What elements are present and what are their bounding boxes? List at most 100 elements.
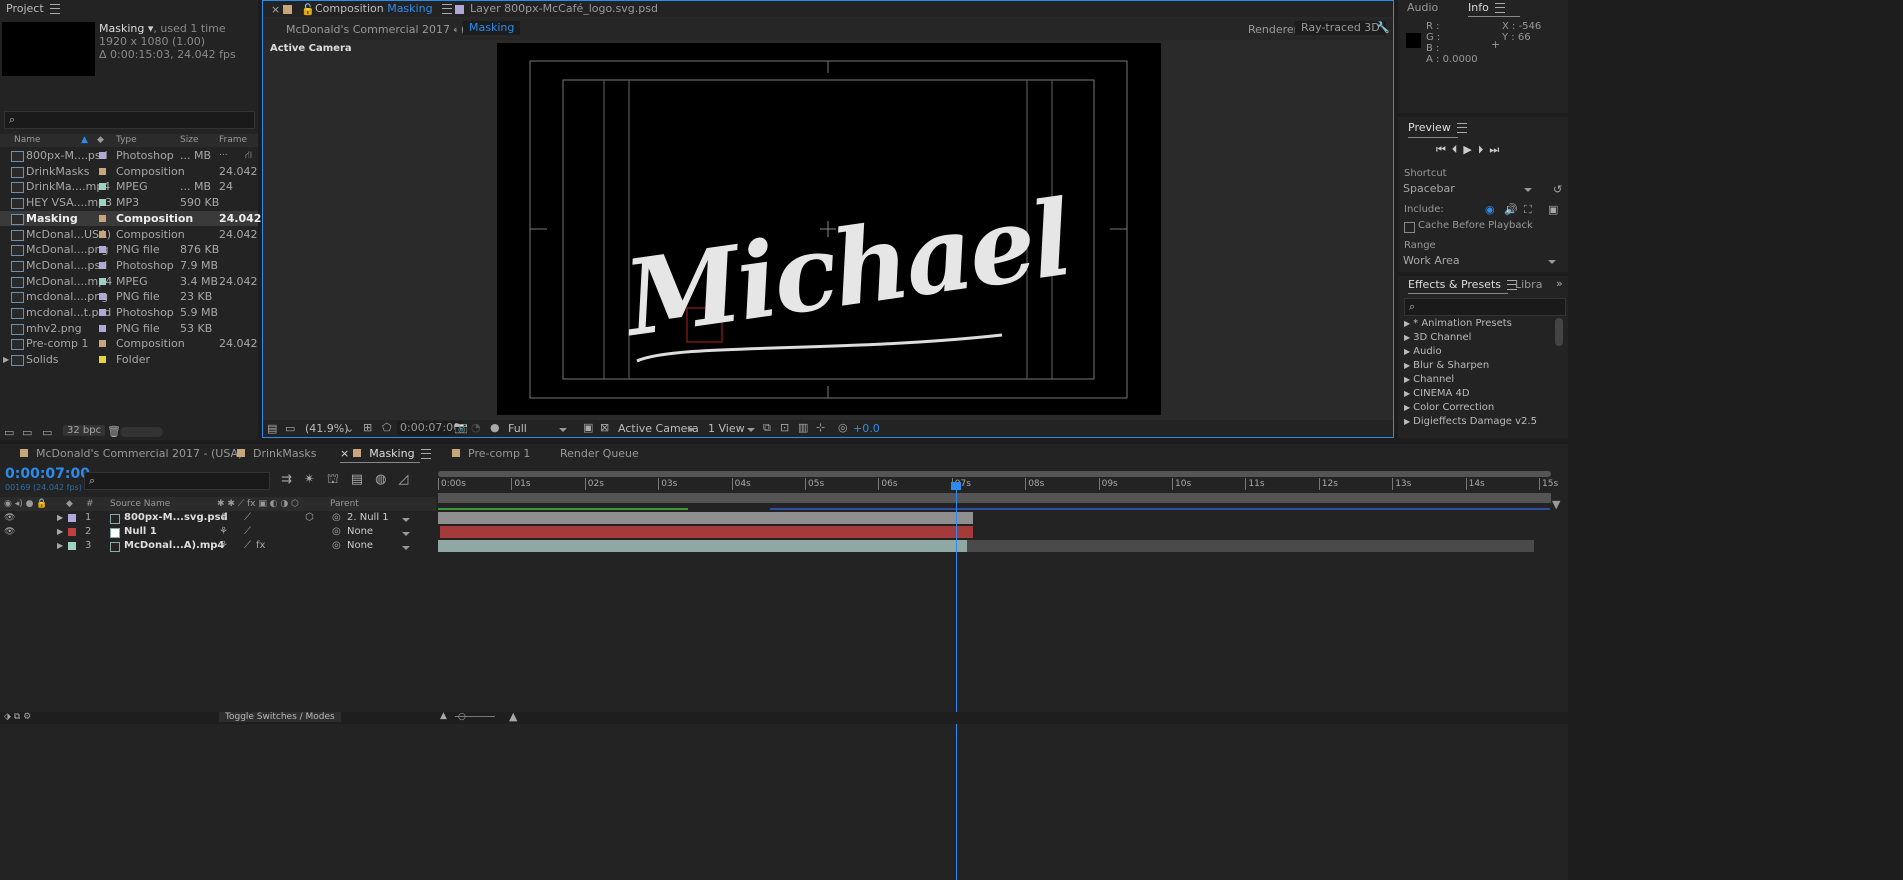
include-layer-controls-icon[interactable]: ▣: [1548, 203, 1558, 216]
close-icon[interactable]: ×: [340, 447, 349, 460]
label-swatch[interactable]: [99, 167, 106, 175]
effects-category[interactable]: ▶ Audio: [1404, 345, 1442, 359]
navigator-bar[interactable]: [438, 471, 1551, 477]
timeline-tab[interactable]: McDonald's Commercial 2017 - (USA): [20, 447, 242, 460]
effects-category[interactable]: ▶ * Animation Presets: [1404, 317, 1512, 331]
effects-category[interactable]: ▶ Digieffects Damage v2.5: [1404, 415, 1537, 427]
col-type[interactable]: Type: [116, 134, 137, 147]
zoom-dropdown[interactable]: (41.9%): [305, 422, 349, 435]
quality-switch-icon[interactable]: ⟋: [244, 511, 251, 525]
first-frame-icon[interactable]: ⏮: [1436, 143, 1452, 156]
layer-row[interactable]: ▶ 3 McDonal...A).mp4 ⚘ ⟋ fx ◎ None: [0, 539, 436, 553]
thumbnail-slider[interactable]: [120, 427, 163, 437]
effects-category[interactable]: ▶ 3D Channel: [1404, 331, 1471, 345]
shortcut-dropdown[interactable]: Spacebar: [1403, 182, 1537, 195]
tab-libraries[interactable]: Libra: [1515, 278, 1542, 291]
label-swatch[interactable]: [99, 246, 106, 254]
project-item[interactable]: Pre-comp 1 Composition 24.042: [0, 336, 258, 351]
fast-previews-icon[interactable]: ⊡: [780, 421, 789, 434]
expand-arrow-icon[interactable]: ▶: [57, 511, 63, 525]
quality-switch-icon[interactable]: ⟋: [244, 539, 251, 553]
comp-mini-flowchart-icon[interactable]: ⇉: [281, 472, 304, 487]
label-swatch[interactable]: [99, 356, 106, 364]
eye-icon[interactable]: 👁: [4, 511, 15, 525]
layer-row[interactable]: 👁 ▶ 2 Null 1 ⚘ ⟋ ◎ None: [0, 525, 436, 539]
renderer-button[interactable]: Ray-traced 3D: [1295, 21, 1386, 35]
comp-canvas[interactable]: Michael: [497, 43, 1161, 415]
col-source-name[interactable]: Source Name: [110, 497, 170, 511]
interpret-footage-icon[interactable]: ▭: [4, 426, 14, 439]
effects-category[interactable]: ▶ Channel: [1404, 373, 1454, 387]
panel-menu-icon[interactable]: [1456, 123, 1467, 133]
breadcrumb-parent[interactable]: McDonald's Commercial 2017 - (USA): [286, 23, 492, 36]
reset-exposure-icon[interactable]: ◎: [838, 421, 848, 434]
label-swatch[interactable]: [99, 277, 106, 285]
layer-label-color[interactable]: [68, 542, 76, 550]
grid-icon[interactable]: ⊞: [363, 421, 372, 434]
label-swatch[interactable]: [99, 214, 106, 222]
project-item[interactable]: McDonal....psd Photoshop 7.9 MB: [0, 258, 258, 273]
work-area-bar[interactable]: [438, 493, 1551, 503]
shy-switch-icon[interactable]: ⚘: [219, 539, 228, 553]
prev-frame-icon[interactable]: ⏴: [1452, 143, 1464, 156]
mask-path-icon[interactable]: ⬠: [382, 421, 392, 434]
bpc-button[interactable]: 32 bpc: [63, 425, 106, 436]
col-size[interactable]: Size: [180, 134, 198, 147]
effects-search-input[interactable]: ⌕: [1404, 298, 1566, 316]
project-item[interactable]: ▶ Solids Folder: [0, 352, 258, 367]
region-of-interest-icon[interactable]: ▣: [583, 421, 593, 434]
parent-dropdown[interactable]: 2. Null 1: [347, 512, 415, 524]
wrench-icon[interactable]: 🔧: [1376, 21, 1390, 34]
play-icon[interactable]: ▶: [1463, 143, 1477, 156]
breadcrumb-current[interactable]: Masking: [463, 21, 521, 35]
reset-icon[interactable]: ↺: [1553, 183, 1562, 196]
parent-dropdown[interactable]: None: [347, 526, 415, 538]
panel-menu-icon[interactable]: [1494, 3, 1505, 13]
include-overlays-icon[interactable]: ⛶: [1524, 203, 1532, 217]
label-swatch[interactable]: [99, 309, 106, 316]
new-folder-icon[interactable]: ▭: [22, 426, 32, 439]
layer-duration-bar[interactable]: [967, 540, 1534, 552]
layer-duration-bar[interactable]: [438, 540, 967, 552]
lock-icon[interactable]: 🔓: [301, 3, 315, 16]
monitor-icon[interactable]: ▭: [285, 422, 295, 435]
panel-overflow-icon[interactable]: »: [1556, 277, 1563, 290]
tab-audio[interactable]: Audio: [1407, 1, 1438, 14]
project-item[interactable]: DrinkMa....mp4 MPEG ... MB 24: [0, 179, 258, 194]
quality-switch-icon[interactable]: ⟋: [244, 525, 251, 539]
label-swatch[interactable]: [99, 261, 106, 269]
toggle-pixel-aspect-icon[interactable]: ⧉: [763, 421, 771, 435]
project-item[interactable]: DrinkMasks Composition 24.042: [0, 164, 258, 179]
effects-scrollbar[interactable]: [1555, 318, 1563, 346]
graph-editor-icon[interactable]: ◿: [398, 472, 420, 487]
snapshot-icon[interactable]: 📷: [454, 421, 468, 434]
views-layout-dropdown[interactable]: 1 View: [708, 422, 760, 435]
close-icon[interactable]: ×: [271, 3, 280, 16]
zoom-out-icon[interactable]: ▲: [440, 711, 447, 721]
tab-effects-presets[interactable]: Effects & Presets: [1408, 278, 1517, 291]
range-dropdown[interactable]: Work Area: [1403, 254, 1561, 267]
layer-duration-bar[interactable]: [438, 512, 973, 524]
col-name[interactable]: Name: [14, 134, 41, 147]
project-item[interactable]: 800px-M....psd Photoshop ... MB ⛙: [0, 148, 258, 163]
tab-info[interactable]: Info: [1468, 1, 1505, 14]
project-search-input[interactable]: ⌕: [4, 111, 255, 129]
tab-composition[interactable]: Composition Masking: [315, 2, 453, 15]
expand-arrow-icon[interactable]: ▶: [57, 539, 63, 553]
layer-name[interactable]: 800px-M...svg.psd: [124, 511, 228, 525]
project-item[interactable]: Masking Composition 24.042: [0, 210, 261, 226]
frame-blending-icon[interactable]: ▤: [351, 472, 375, 487]
show-snapshot-icon[interactable]: ◔: [471, 421, 481, 434]
fx-switch-icon[interactable]: fx: [256, 539, 265, 553]
project-tab[interactable]: Project: [6, 0, 60, 18]
playhead-handle[interactable]: [951, 482, 961, 490]
layer-label-color[interactable]: [68, 528, 76, 536]
layer-name[interactable]: McDonal...A).mp4: [124, 539, 224, 553]
resolution-dropdown[interactable]: Full: [508, 422, 572, 435]
zoom-slider-handle[interactable]: ○: [458, 712, 466, 722]
shy-switch-icon[interactable]: ⚘: [219, 511, 228, 525]
tab-layer[interactable]: Layer 800px-McCafé_logo.svg.psd: [470, 2, 658, 15]
last-frame-icon[interactable]: ⏭: [1489, 143, 1505, 156]
pickwhip-icon[interactable]: ◎: [332, 539, 341, 553]
timeline-tab[interactable]: Pre-comp 1: [452, 447, 530, 460]
